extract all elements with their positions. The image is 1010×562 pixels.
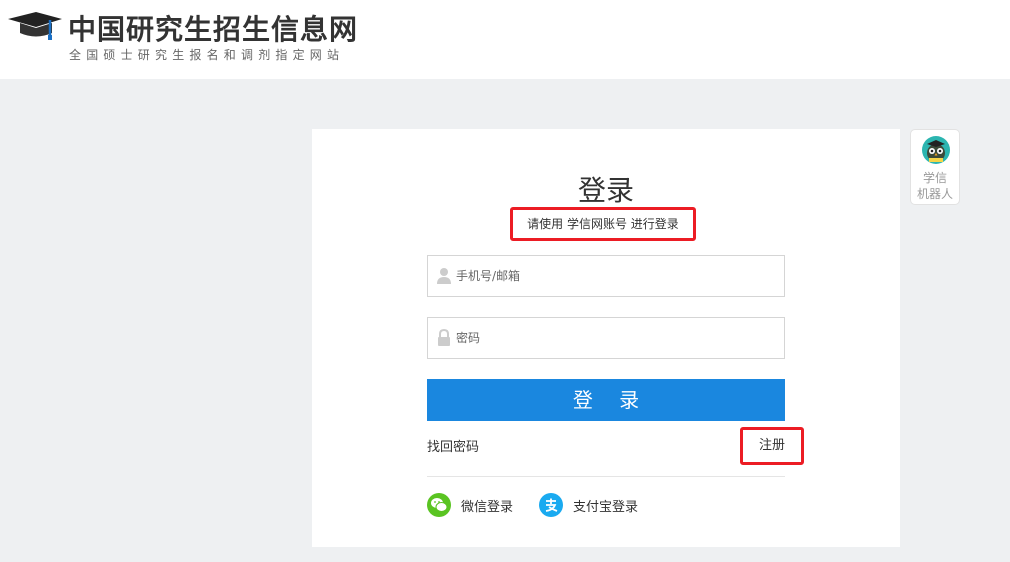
- login-button[interactable]: 登 录: [427, 379, 785, 421]
- site-subtitle: 全国硕士研究生报名和调剂指定网站: [69, 48, 345, 62]
- wechat-login-label: 微信登录: [461, 499, 514, 515]
- robot-label-line2: 机器人: [916, 187, 953, 201]
- login-panel: 登录 请使用 学信网账号 进行登录 登 录 找回密码 注册 微信登录: [312, 129, 900, 547]
- password-input[interactable]: [456, 318, 776, 358]
- divider: [427, 476, 785, 477]
- wechat-login[interactable]: 微信登录: [427, 492, 513, 518]
- register-link[interactable]: 注册: [740, 427, 804, 465]
- username-field[interactable]: [427, 255, 785, 297]
- user-icon: [437, 268, 451, 284]
- username-input[interactable]: [456, 256, 776, 296]
- wechat-icon: [427, 493, 451, 517]
- xuexin-robot-button[interactable]: 学信 机器人: [910, 129, 960, 205]
- robot-owl-icon: [922, 136, 950, 164]
- login-hint: 请使用 学信网账号 进行登录: [510, 207, 696, 241]
- alipay-icon: [539, 493, 563, 517]
- graduation-cap-icon: [8, 12, 62, 40]
- robot-label-line1: 学信: [922, 171, 947, 185]
- lock-icon: [438, 329, 450, 346]
- robot-label: 学信 机器人: [911, 170, 959, 202]
- password-field[interactable]: [427, 317, 785, 359]
- site-title: 中国研究生招生信息网: [68, 13, 359, 46]
- login-title: 登录: [577, 174, 634, 207]
- alipay-login[interactable]: 支付宝登录: [539, 492, 638, 518]
- site-header: 中国研究生招生信息网 全国硕士研究生报名和调剂指定网站: [0, 0, 1010, 79]
- forgot-password-link[interactable]: 找回密码: [427, 436, 479, 455]
- alipay-login-label: 支付宝登录: [573, 499, 639, 515]
